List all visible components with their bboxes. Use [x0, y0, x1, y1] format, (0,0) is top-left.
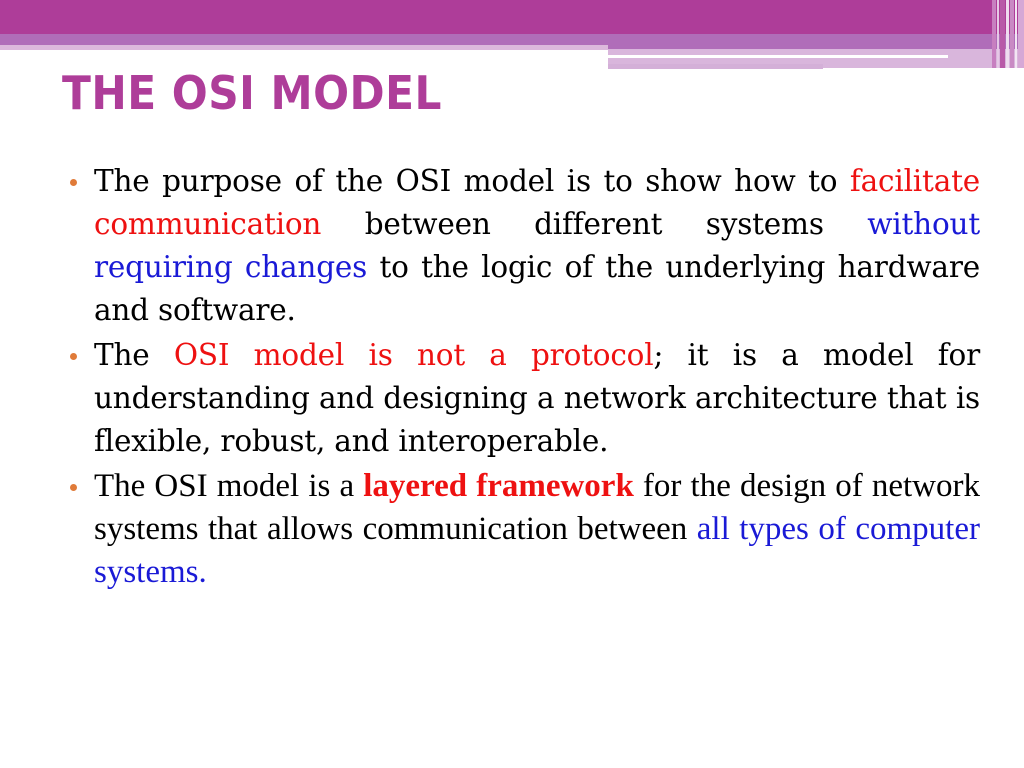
slide-title: THE OSI MODEL: [62, 66, 442, 120]
bullet-list: The purpose of the OSI model is to show …: [70, 160, 980, 596]
header-band-stripes: [992, 0, 1024, 68]
stripe: [997, 0, 999, 68]
stripe: [1015, 0, 1017, 68]
header-band-light-left: [0, 45, 608, 50]
bullet-item: The OSI model is a layered framework for…: [70, 465, 980, 594]
text-segment: between different systems: [321, 207, 868, 241]
stripe: [1018, 0, 1024, 68]
bullet-text: The OSI model is a layered framework for…: [94, 465, 980, 594]
header-band-light-right-lower: [608, 64, 823, 69]
stripe: [1000, 0, 1005, 68]
bullet-dot-icon: [70, 484, 77, 491]
text-segment: The: [94, 338, 174, 372]
stripe: [1006, 0, 1009, 68]
bullet-text: The OSI model is not a protocol; it is a…: [94, 334, 980, 463]
bullet-text: The purpose of the OSI model is to show …: [94, 160, 980, 332]
highlight-red-bold: layered framework: [363, 468, 634, 504]
header-band-white-line: [608, 55, 948, 58]
highlight-red: OSI model is not a protocol: [173, 338, 654, 372]
bullet-item: The purpose of the OSI model is to show …: [70, 160, 980, 332]
text-segment: The purpose of the OSI model is to show …: [94, 164, 850, 198]
bullet-dot-icon: [70, 179, 77, 186]
bullet-dot-icon: [70, 353, 77, 360]
text-segment: The OSI model is a: [94, 468, 364, 504]
stripe: [992, 0, 996, 68]
stripe: [1010, 0, 1014, 68]
bullet-item: The OSI model is not a protocol; it is a…: [70, 334, 980, 463]
header-band-top: [0, 0, 1024, 34]
